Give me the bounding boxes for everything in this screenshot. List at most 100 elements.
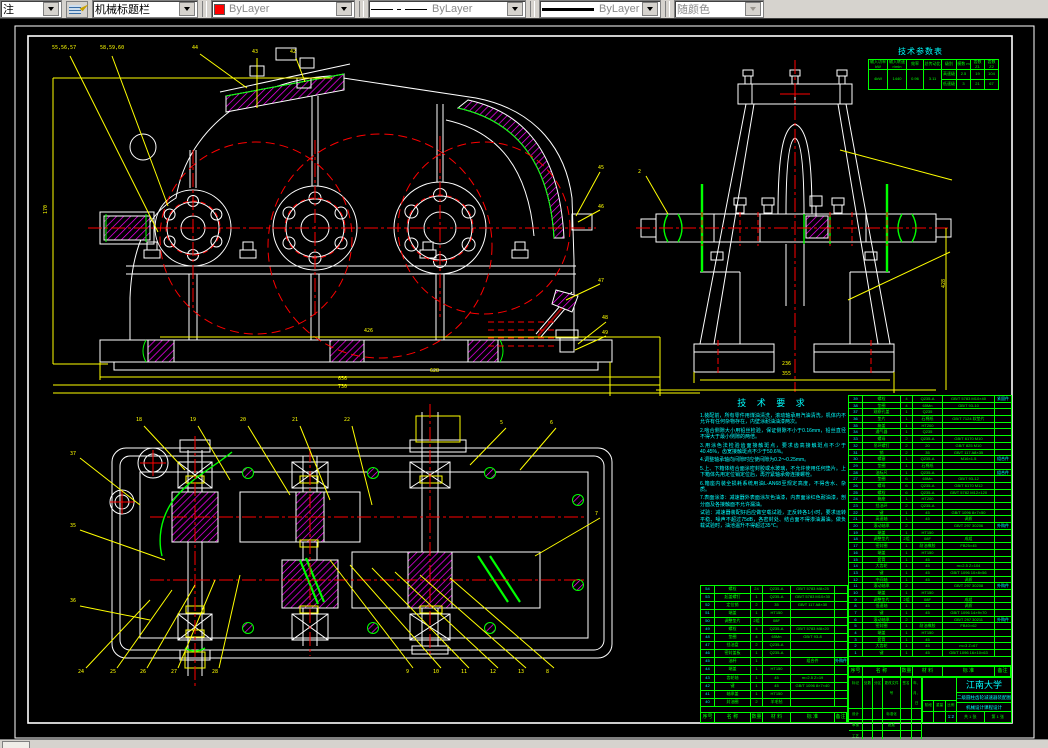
bom-note: 紧固件 bbox=[995, 396, 1011, 403]
color-combo-arrow[interactable] bbox=[336, 2, 352, 16]
layout-tab-partial[interactable] bbox=[2, 741, 30, 748]
bom-material: 石棉纸 bbox=[913, 416, 943, 423]
bom-standard bbox=[791, 610, 835, 618]
bom-row: 42 键 1 45 GB/T 1096 8×7×40 bbox=[701, 683, 847, 691]
bom-name: 中间轴 bbox=[863, 577, 901, 584]
bom-name: 轴承盖 bbox=[715, 691, 751, 699]
bom-name: 箱座 bbox=[863, 496, 901, 503]
color-combo-text: ByLayer bbox=[229, 3, 269, 15]
bom-material: 45 bbox=[763, 675, 791, 683]
bom-note bbox=[995, 597, 1011, 604]
scale-value: 1:2 bbox=[946, 712, 956, 722]
bom-material: 08F bbox=[913, 536, 943, 543]
bom-material: Q235-A bbox=[763, 650, 791, 658]
bom-no: 6 bbox=[849, 617, 863, 624]
bom-material: 08F bbox=[763, 618, 791, 626]
titleblock-combo[interactable]: 机械标题栏 bbox=[92, 0, 198, 18]
bom-no: 53 bbox=[701, 594, 715, 602]
bom-material: Q235 bbox=[913, 409, 943, 416]
bom-name: 端盖 bbox=[863, 590, 901, 597]
lineweight-combo-arrow[interactable] bbox=[642, 2, 658, 16]
bom-row: 3 套筒 1 45 bbox=[849, 637, 1011, 644]
part-callout: 7 bbox=[595, 512, 598, 517]
bom-qty: 1 bbox=[751, 658, 763, 666]
bom-material: Q235-A bbox=[913, 456, 943, 463]
bom-no: 5 bbox=[849, 623, 863, 630]
bom-row: 18 调整垫片 2组 08F 成组 bbox=[849, 536, 1011, 543]
bom-no: 33 bbox=[849, 436, 863, 443]
bom-material bbox=[913, 583, 943, 590]
lineweight-combo[interactable]: ByLayer bbox=[539, 0, 661, 18]
part-callout: 47 bbox=[598, 279, 604, 284]
color-combo[interactable]: ByLayer bbox=[211, 0, 355, 18]
toolbar-separator bbox=[359, 1, 364, 17]
bom-qty: 1 bbox=[901, 423, 913, 430]
bom-row: 21 高速轴 1 45 调质 bbox=[849, 516, 1011, 523]
bom-standard bbox=[943, 557, 995, 564]
bom-material: Q235-A bbox=[913, 483, 943, 490]
param-value: 4kW bbox=[869, 70, 888, 90]
bom-row: 28 油标尺 1 Q235-A 组合件 bbox=[849, 470, 1011, 477]
bom-name: 销 bbox=[863, 450, 901, 457]
bom-standard: GB/T 93-12 bbox=[943, 476, 995, 483]
bom-qty: 1 bbox=[901, 510, 913, 517]
bom-no: 19 bbox=[849, 530, 863, 537]
param-header: 齿数 Z2 bbox=[985, 60, 999, 70]
bom-material: Q235-A bbox=[913, 503, 943, 510]
bom-qty: 1 bbox=[901, 570, 913, 577]
bom-no: 46 bbox=[701, 650, 715, 658]
titleblock-icon[interactable] bbox=[66, 1, 88, 18]
bom-standard bbox=[943, 630, 995, 637]
bom-name: 起盖螺钉 bbox=[715, 594, 751, 602]
bom-material: HT150 bbox=[763, 691, 791, 699]
dimension-text: 170 bbox=[44, 205, 49, 214]
drawing-title: 二级圆柱齿轮减速器装配图 bbox=[957, 693, 1011, 702]
bom-note bbox=[835, 626, 847, 634]
bom-standard: GB/T 1096 14×9×70 bbox=[943, 610, 995, 617]
bom-row: 7 键 1 45 GB/T 1096 14×9×70 bbox=[849, 610, 1011, 617]
bom-qty: 1 bbox=[901, 650, 913, 657]
bom-no: 24 bbox=[849, 496, 863, 503]
bom-standard: GB/T 1096 8×7×50 bbox=[943, 510, 995, 517]
linetype-combo-arrow[interactable] bbox=[507, 2, 523, 16]
bom-note bbox=[835, 650, 847, 658]
bom-row: 30 螺塞 1 Q235-A M16×1.5 组合件 bbox=[849, 456, 1011, 463]
bom-qty: 2 bbox=[751, 642, 763, 650]
tech-requirement-line: 3.用涂色法检验齿面接触斑点，要求齿高接触斑点不少于40.45%，齿宽接触斑点不… bbox=[700, 443, 846, 456]
bom-qty: 1 bbox=[901, 550, 913, 557]
bom-row: 19 端盖 1 HT150 bbox=[849, 530, 1011, 537]
tech-requirement-line: 6.箱座内装全损耗系统用油L-AN68至规定高度，不得含水、杂质。 bbox=[700, 481, 846, 494]
bom-qty: 1 bbox=[901, 643, 913, 650]
bom-material: 45 bbox=[913, 603, 943, 610]
bom-qty: 2组 bbox=[901, 597, 913, 604]
bom-no: 22 bbox=[849, 510, 863, 517]
bom-standard: GB/T 6170 M10 bbox=[943, 436, 995, 443]
param-header: 总传动比 bbox=[924, 60, 942, 70]
layer-combo[interactable]: 注 bbox=[0, 0, 62, 18]
layer-combo-arrow[interactable] bbox=[43, 2, 59, 16]
bom-row: 46 密封盖板 1 Q235-A bbox=[701, 650, 847, 658]
titleblock-combo-arrow[interactable] bbox=[179, 2, 195, 16]
bom-material: 35 bbox=[763, 602, 791, 610]
part-callout: 9 bbox=[406, 670, 409, 675]
bom-no: 40 bbox=[701, 699, 715, 707]
param-cell: 高速级 bbox=[942, 70, 957, 80]
bom-name: 调整垫片 bbox=[715, 618, 751, 626]
bom-no: 48 bbox=[701, 634, 715, 642]
param-header: 效率 bbox=[907, 60, 924, 70]
bom-row: 43 齿轮轴 1 45 m=2.5 Z=19 bbox=[701, 675, 847, 683]
bom-note bbox=[995, 637, 1011, 644]
bom-qty: 1 bbox=[901, 603, 913, 610]
dimension-text: 355 bbox=[782, 372, 791, 377]
linetype-combo[interactable]: ByLayer bbox=[368, 0, 526, 18]
bom-material: Q235-A bbox=[913, 436, 943, 443]
bom-material: HT200 bbox=[913, 423, 943, 430]
bom-note bbox=[835, 675, 847, 683]
param-header: 模数 m bbox=[957, 60, 971, 70]
bom-material: Q235-A bbox=[913, 470, 943, 477]
bom-name: 垫圈 bbox=[863, 463, 901, 470]
bom-name: 密封盖板 bbox=[715, 650, 751, 658]
inspection-cover bbox=[220, 48, 350, 112]
bom-no: 30 bbox=[849, 456, 863, 463]
part-callout: 49 bbox=[602, 331, 608, 336]
